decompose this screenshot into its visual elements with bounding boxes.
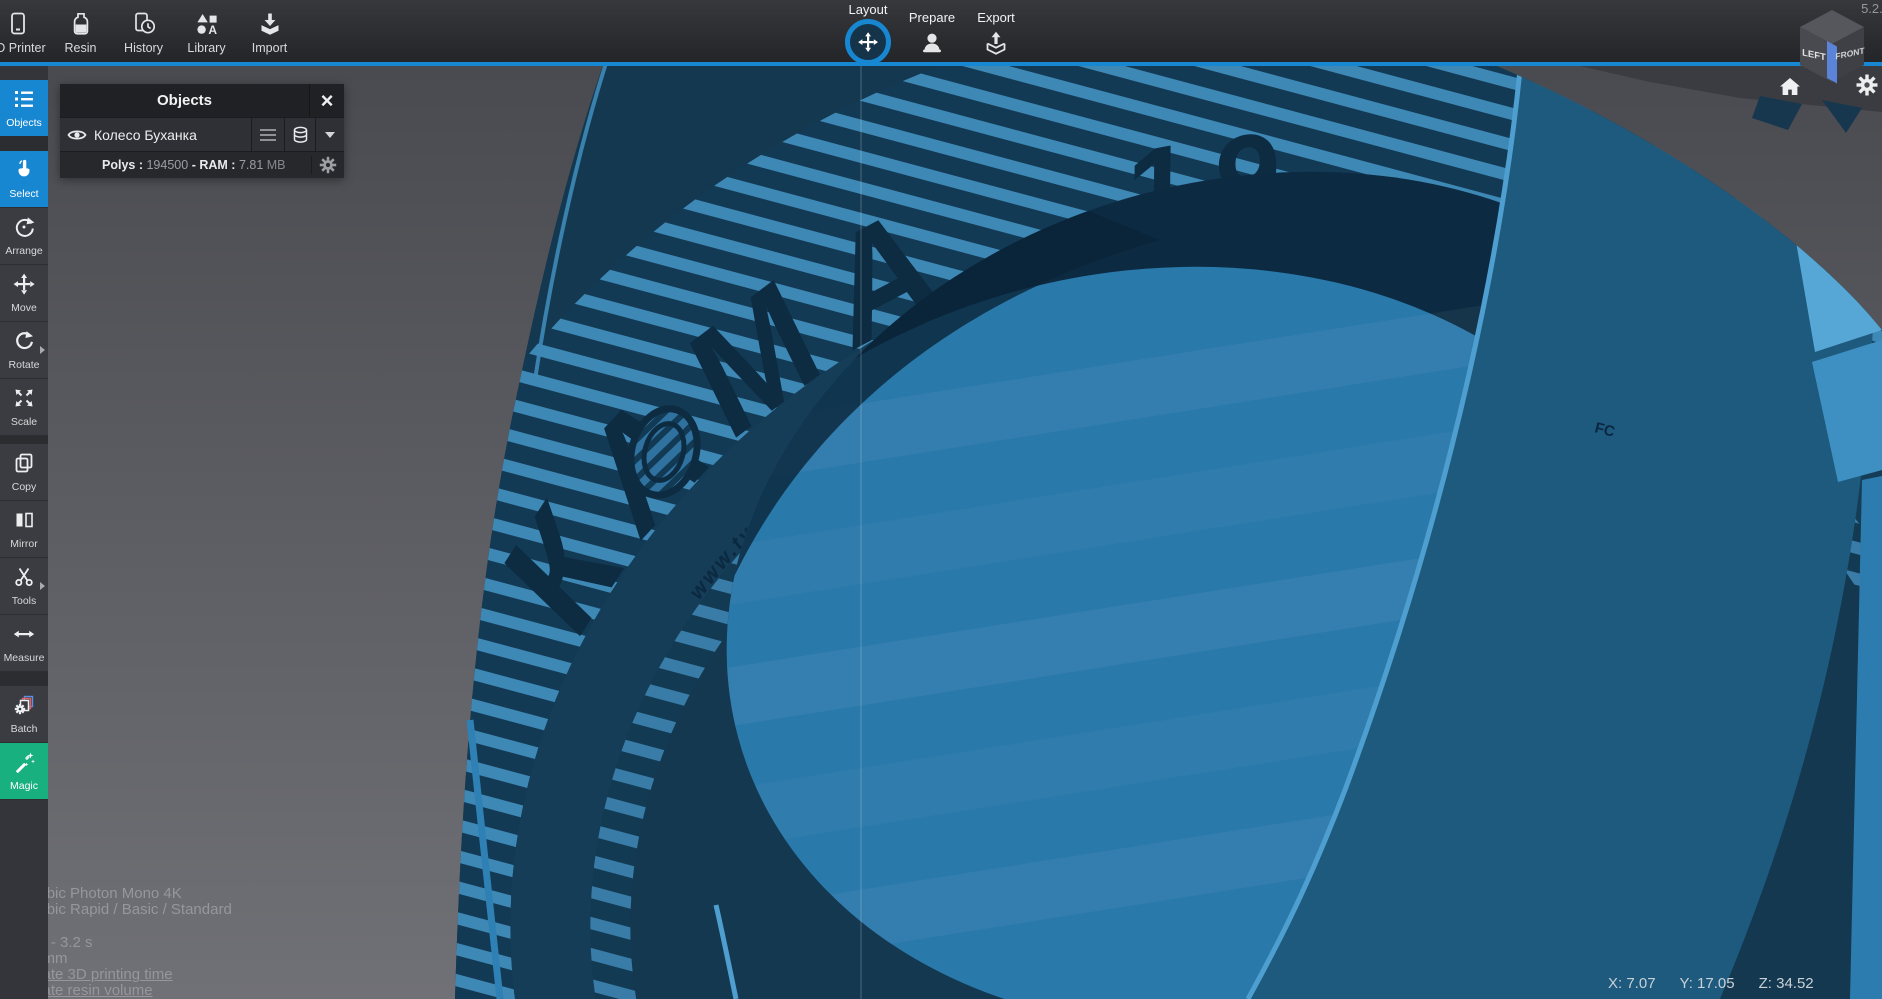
copy-icon (12, 451, 36, 478)
sidebar-item-magic[interactable]: Magic (0, 743, 48, 800)
view-orientation-cube[interactable]: LEFT FRONT (1786, 3, 1876, 87)
object-stats-row: Polys : 194500 - RAM : 7.81 MB (60, 151, 344, 178)
menu-item-history[interactable]: History (112, 0, 175, 62)
menu-item-3d-printer[interactable]: 3D Printer (0, 0, 49, 62)
sidebar-label: Batch (11, 723, 38, 735)
tab-layout[interactable]: Layout (836, 0, 900, 65)
printer-icon (5, 11, 31, 37)
batch-gear-icon (12, 693, 36, 720)
sidebar-label: Magic (10, 780, 38, 792)
sidebar-item-mirror[interactable]: Mirror (0, 501, 48, 558)
cursor-coordinates: X: 7.07 Y: 17.05 Z: 34.52 (1608, 975, 1838, 992)
object-settings-gear-icon[interactable] (311, 156, 344, 174)
sidebar-divider (0, 672, 48, 686)
tab-label: Prepare (909, 10, 955, 25)
menu-label: History (124, 41, 163, 55)
menu-label: Library (187, 41, 225, 55)
library-shapes-icon: A (194, 11, 220, 37)
sidebar-label: Rotate (9, 359, 40, 371)
sidebar-label: Select (9, 188, 38, 200)
objects-panel-title: Objects (60, 92, 309, 109)
supports-icon (919, 30, 945, 59)
move-icon (12, 272, 36, 299)
sidebar-label: Tools (12, 595, 37, 607)
scale-icon (12, 386, 36, 413)
scissors-icon (12, 565, 36, 592)
rotate-icon (12, 329, 36, 356)
sidebar-item-copy[interactable]: Copy (0, 444, 48, 501)
menu-item-import[interactable]: Import (238, 0, 301, 62)
mirror-icon (12, 508, 36, 535)
sidebar-label: Move (11, 302, 37, 314)
sidebar-label: Measure (4, 652, 45, 664)
menu-item-resin[interactable]: Resin (49, 0, 112, 62)
sidebar-item-measure[interactable]: Measure (0, 615, 48, 672)
sidebar-label: Arrange (5, 245, 42, 257)
sidebar-item-batch[interactable]: Batch (0, 686, 48, 743)
submenu-chevron-icon (40, 346, 45, 354)
sidebar-item-arrange[interactable]: Arrange (0, 208, 48, 265)
stats-separator: - (192, 158, 196, 172)
sidebar-label: Objects (6, 117, 42, 129)
mode-tabs: Layout Prepare Export (836, 0, 1028, 65)
magic-wand-icon (12, 750, 36, 777)
resin-bottle-icon (68, 11, 94, 37)
sidebar-item-move[interactable]: Move (0, 265, 48, 322)
submenu-chevron-icon (40, 582, 45, 590)
tool-sidebar: Objects Select Arrange Move Rotate Scale… (0, 66, 48, 999)
sidebar-item-rotate[interactable]: Rotate (0, 322, 48, 379)
ram-label: RAM : (199, 158, 235, 172)
sidebar-item-tools[interactable]: Tools (0, 558, 48, 615)
resin-assign-icon[interactable] (284, 118, 316, 151)
sidebar-divider (0, 436, 48, 444)
objects-panel: Objects × Колесо Буханка Polys : 194500 … (60, 84, 344, 178)
sidebar-item-objects[interactable]: Objects (0, 80, 48, 137)
sidebar-label: Mirror (10, 538, 37, 550)
export-icon (983, 30, 1009, 59)
object-menu-icon[interactable] (251, 118, 284, 151)
move-icon (845, 19, 891, 65)
ram-unit: MB (267, 158, 286, 172)
tab-label: Layout (848, 2, 887, 17)
svg-text:A: A (208, 23, 217, 37)
list-icon (12, 87, 36, 114)
measure-arrows-icon (12, 622, 36, 649)
coord-z: Z: 34.52 (1759, 975, 1814, 992)
menu-label: Resin (65, 41, 97, 55)
sidebar-label: Copy (12, 481, 37, 493)
history-clock-icon (131, 11, 157, 37)
polys-label: Polys : (102, 158, 143, 172)
sidebar-divider (0, 137, 48, 151)
sidebar-label: Scale (11, 416, 37, 428)
menu-label: 3D Printer (0, 41, 46, 55)
object-name[interactable]: Колесо Буханка (94, 127, 251, 143)
object-list-item[interactable]: Колесо Буханка (60, 117, 344, 151)
coord-x: X: 7.07 (1608, 975, 1656, 992)
ram-value: 7.81 (239, 158, 263, 172)
polys-value: 194500 (146, 158, 188, 172)
tab-label: Export (977, 10, 1015, 25)
visibility-eye-icon[interactable] (60, 128, 94, 142)
menu-item-library[interactable]: A Library (175, 0, 238, 62)
coord-y: Y: 17.05 (1680, 975, 1735, 992)
menu-label: Import (252, 41, 287, 55)
objects-panel-header: Objects × (60, 84, 344, 117)
sidebar-item-select[interactable]: Select (0, 151, 48, 208)
object-stats: Polys : 194500 - RAM : 7.81 MB (60, 158, 311, 172)
arrange-icon (12, 215, 36, 242)
cube-axis-stripe (1827, 41, 1837, 84)
main-menu: 3D Printer Resin History A Library (0, 0, 301, 62)
import-icon (257, 11, 283, 37)
select-hand-icon (12, 158, 36, 185)
tab-export[interactable]: Export (964, 0, 1028, 65)
tab-prepare[interactable]: Prepare (900, 0, 964, 65)
chevron-down-icon[interactable] (316, 118, 344, 151)
sidebar-item-scale[interactable]: Scale (0, 379, 48, 436)
close-icon[interactable]: × (309, 84, 344, 117)
app-window: КАМА 19 www.tyre-kama.ru www.shina-kama.… (0, 0, 1882, 999)
